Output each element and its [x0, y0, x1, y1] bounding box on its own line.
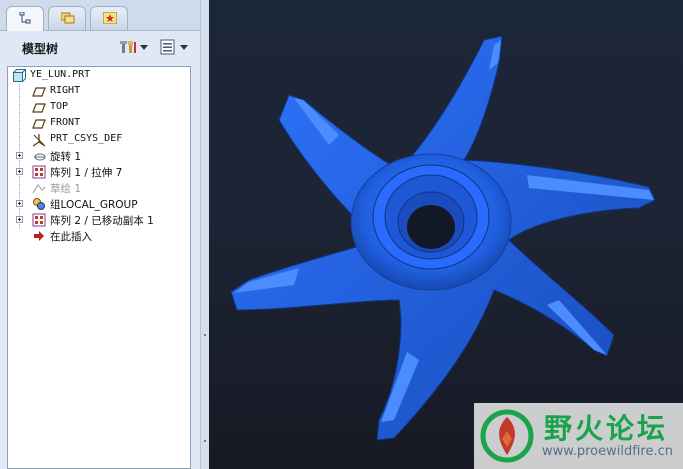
tree-item-label: 组LOCAL_GROUP	[50, 199, 138, 211]
model-tree-tab[interactable]	[6, 6, 44, 31]
insert-here-arrow-icon	[34, 231, 44, 241]
tree-item-csys[interactable]: PRT_CSYS_DEF	[8, 132, 190, 148]
show-menu-button[interactable]	[160, 39, 188, 55]
folder-browser-tab[interactable]	[48, 6, 86, 30]
graphics-viewport[interactable]	[209, 0, 683, 469]
forum-name: 野火论坛	[544, 412, 669, 445]
tree-item-label: 草绘 1	[50, 183, 82, 195]
tree-item-pattern-2[interactable]: 阵列 2 / 已移动副本 1	[8, 212, 190, 228]
part-icon	[12, 69, 26, 82]
sketch-icon	[32, 183, 46, 194]
impeller-model	[230, 35, 656, 441]
group-icon	[33, 198, 45, 210]
forum-logo-icon	[480, 409, 534, 463]
splitter-grip	[204, 440, 206, 442]
panel-title: 模型树	[22, 42, 59, 56]
tree-root-item[interactable]: YE_LUN.PRT	[8, 68, 190, 84]
forum-url: www.proewildfire.cn	[542, 444, 673, 459]
pattern-icon	[32, 165, 46, 179]
tree-root-label: YE_LUN.PRT	[30, 69, 91, 80]
datum-plane-icon	[32, 119, 46, 129]
tree-item-pattern-1[interactable]: 阵列 1 / 拉伸 7	[8, 164, 190, 180]
tree-item-insert-here[interactable]: 在此插入	[8, 228, 190, 244]
revolve-icon	[34, 153, 46, 161]
chevron-down-icon	[180, 45, 188, 50]
tree-item-label: 在此插入	[50, 231, 92, 243]
tree-item-top[interactable]: TOP	[8, 100, 190, 116]
tree-item-label: 阵列 1 / 拉伸 7	[50, 167, 123, 179]
tree-item-revolve[interactable]: 旋转 1	[8, 148, 190, 164]
splitter-grip	[204, 334, 206, 336]
tree-item-label: PRT_CSYS_DEF	[50, 133, 123, 144]
tree-item-label: FRONT	[50, 117, 81, 128]
model-tree-panel: 模型树 YE_LUN.PRT RIGHT TOP FRONT PRT_CSYS_…	[0, 0, 200, 469]
tree-icon	[19, 12, 31, 24]
chevron-down-icon	[140, 45, 148, 50]
datum-plane-icon	[32, 103, 46, 113]
tree-item-label: 阵列 2 / 已移动副本 1	[50, 215, 154, 227]
star-icon	[103, 12, 117, 24]
tree-item-label: 旋转 1	[50, 151, 82, 163]
expand-toggle[interactable]	[16, 216, 23, 223]
expand-toggle[interactable]	[16, 168, 23, 175]
model-tree-header: 模型树	[0, 31, 200, 63]
tree-item-label: TOP	[50, 101, 69, 112]
navigator-tab-bar	[0, 0, 200, 31]
coordinate-system-icon	[32, 134, 46, 147]
tree-item-right[interactable]: RIGHT	[8, 84, 190, 100]
tree-item-label: RIGHT	[50, 85, 81, 96]
forum-watermark: 野火论坛 www.proewildfire.cn	[474, 403, 683, 469]
expand-toggle[interactable]	[16, 200, 23, 207]
settings-tools-icon	[120, 41, 136, 53]
favorites-tab[interactable]	[90, 6, 128, 30]
hub-bore-hole	[407, 205, 455, 249]
model-tree: YE_LUN.PRT RIGHT TOP FRONT PRT_CSYS_DEF	[7, 66, 191, 469]
expand-toggle[interactable]	[16, 152, 23, 159]
tree-item-group[interactable]: 组LOCAL_GROUP	[8, 196, 190, 212]
datum-plane-icon	[32, 87, 46, 97]
show-list-icon	[160, 39, 175, 55]
tree-item-front[interactable]: FRONT	[8, 116, 190, 132]
folders-icon	[61, 12, 75, 24]
pattern-icon	[32, 213, 46, 227]
tree-item-sketch[interactable]: 草绘 1	[8, 180, 190, 196]
settings-menu-button[interactable]	[120, 39, 148, 55]
